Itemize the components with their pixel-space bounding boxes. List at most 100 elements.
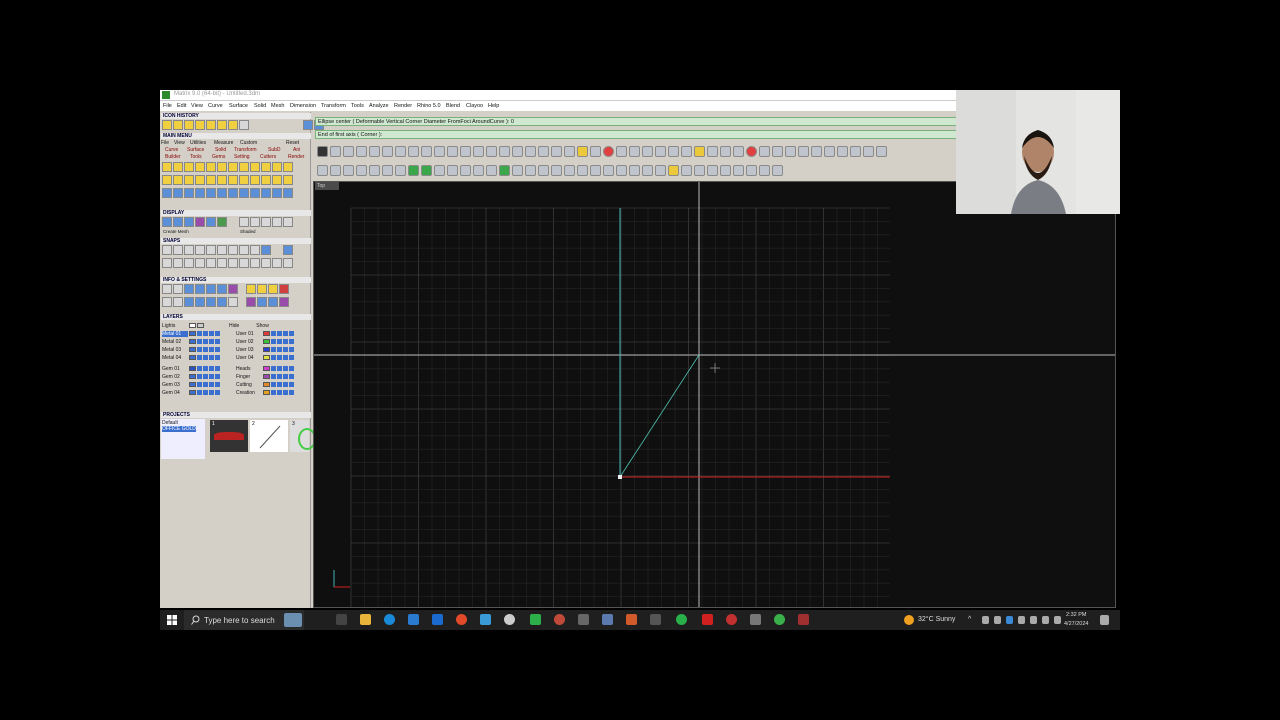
- info-tool-icon[interactable]: [217, 297, 227, 307]
- info-tool-icon[interactable]: [162, 297, 172, 307]
- toolbar-button-icon[interactable]: [460, 164, 471, 176]
- display-sub-create-mesh[interactable]: Create Mesh: [163, 229, 189, 234]
- display-mode-icon[interactable]: [261, 217, 271, 227]
- info-tool-icon[interactable]: [228, 284, 238, 294]
- toolbar-button-icon[interactable]: [772, 164, 783, 176]
- toolbar-button-icon[interactable]: [486, 145, 497, 157]
- toolbar-button-icon[interactable]: [577, 164, 588, 176]
- app-icon[interactable]: [504, 614, 515, 625]
- layer-toggle-icon[interactable]: [277, 366, 282, 371]
- display-sub-shaded[interactable]: Shaded: [240, 229, 256, 234]
- toolbar-button-icon[interactable]: [642, 145, 653, 157]
- toolbar-button-icon[interactable]: [603, 164, 614, 176]
- snap-icon[interactable]: [206, 258, 216, 268]
- menu-analyze[interactable]: Analyze: [369, 103, 389, 109]
- toolbar-button-icon[interactable]: [343, 164, 354, 176]
- toolbar-button-icon[interactable]: [382, 145, 393, 157]
- history-tool-icon[interactable]: [228, 120, 238, 130]
- toolbar-button-icon[interactable]: [837, 145, 848, 157]
- layer-toggle-icon[interactable]: [197, 390, 202, 395]
- top-viewport[interactable]: [313, 181, 1116, 608]
- app-icon[interactable]: [750, 614, 761, 625]
- info-tool-icon[interactable]: [206, 284, 216, 294]
- toolbar-button-icon[interactable]: [551, 164, 562, 176]
- snap-icon[interactable]: [162, 245, 172, 255]
- app-icon[interactable]: [702, 614, 713, 625]
- layer-toggle-icon[interactable]: [277, 331, 282, 336]
- layer-toggle-icon[interactable]: [271, 347, 276, 352]
- layer-toggle-icon[interactable]: [197, 347, 202, 352]
- layer-toggle-icon[interactable]: [271, 331, 276, 336]
- cat-curve[interactable]: Curve: [165, 147, 178, 153]
- snap-icon[interactable]: [184, 245, 194, 255]
- menu-solid[interactable]: Solid: [254, 103, 266, 109]
- curve-tool-icon[interactable]: [239, 175, 249, 185]
- layer-toggle-icon[interactable]: [277, 390, 282, 395]
- menu-mesh[interactable]: Mesh: [271, 103, 284, 109]
- transform-tool-icon[interactable]: [283, 188, 293, 198]
- layer-toggle-icon[interactable]: [271, 390, 276, 395]
- layer-color-swatch[interactable]: [189, 390, 196, 395]
- snap-icon[interactable]: [195, 245, 205, 255]
- toolbar-button-icon[interactable]: [811, 145, 822, 157]
- curve-edit-icon[interactable]: [261, 162, 271, 172]
- toolbar-button-icon[interactable]: [577, 145, 588, 157]
- menu-clayoo[interactable]: Clayoo: [466, 103, 483, 109]
- toolbar-button-icon[interactable]: [759, 145, 770, 157]
- layer-toggle-icon[interactable]: [271, 339, 276, 344]
- clock-time[interactable]: 2:32 PM: [1066, 612, 1086, 618]
- toolbar-button-icon[interactable]: [655, 145, 666, 157]
- history-tool-icon[interactable]: [217, 120, 227, 130]
- cat-surface[interactable]: Surface: [187, 147, 204, 153]
- transform-tool-icon[interactable]: [173, 188, 183, 198]
- toolbar-button-icon[interactable]: [603, 145, 614, 157]
- matrix-taskbar-icon[interactable]: [530, 614, 541, 625]
- snap-icon[interactable]: [228, 258, 238, 268]
- layer-toggle-icon[interactable]: [197, 366, 202, 371]
- toolbar-button-icon[interactable]: [746, 164, 757, 176]
- layer-toggle-icon[interactable]: [215, 347, 220, 352]
- info-tool-icon[interactable]: [246, 284, 256, 294]
- transform-tool-icon[interactable]: [250, 188, 260, 198]
- app-icon[interactable]: [626, 614, 637, 625]
- menu-dimension[interactable]: Dimension: [290, 103, 316, 109]
- layer-toggle-icon[interactable]: [289, 331, 294, 336]
- layer-toggle-icon[interactable]: [283, 390, 288, 395]
- toolbar-button-icon[interactable]: [746, 145, 757, 157]
- display-mode-icon[interactable]: [239, 217, 249, 227]
- windows-start-icon[interactable]: [167, 615, 177, 625]
- layer-row[interactable]: User 01: [236, 330, 294, 337]
- chevron-up-icon[interactable]: ^: [968, 616, 971, 623]
- toolbar-button-icon[interactable]: [317, 145, 328, 157]
- toolbar-button-icon[interactable]: [720, 145, 731, 157]
- polygon-tool-icon[interactable]: [250, 162, 260, 172]
- layer-color-swatch[interactable]: [263, 382, 270, 387]
- menu-blend[interactable]: Blend: [446, 103, 460, 109]
- layer-toggle-icon[interactable]: [203, 355, 208, 360]
- layer-row[interactable]: User 03: [236, 346, 294, 353]
- layer-swatch[interactable]: [189, 323, 196, 328]
- polyline-tool-icon[interactable]: [173, 162, 183, 172]
- layer-toggle-icon[interactable]: [289, 347, 294, 352]
- layer-row[interactable]: Finger: [236, 373, 294, 380]
- info-tool-icon[interactable]: [268, 297, 278, 307]
- curve-tool-icon[interactable]: [228, 175, 238, 185]
- network-icon[interactable]: [1030, 616, 1037, 624]
- toolbar-button-icon[interactable]: [369, 164, 380, 176]
- history-tool-icon[interactable]: [162, 120, 172, 130]
- toolbar-button-icon[interactable]: [538, 145, 549, 157]
- layer-toggle-icon[interactable]: [283, 355, 288, 360]
- tray-icon[interactable]: [1018, 616, 1025, 624]
- transform-tool-icon[interactable]: [162, 188, 172, 198]
- curve-tool-icon[interactable]: [162, 175, 172, 185]
- tray-icon[interactable]: [1006, 616, 1013, 624]
- layer-toggle-icon[interactable]: [277, 374, 282, 379]
- display-mode-icon[interactable]: [272, 217, 282, 227]
- toolbar-button-icon[interactable]: [330, 164, 341, 176]
- clock-date[interactable]: 4/27/2024: [1064, 621, 1088, 627]
- toolbar-button-icon[interactable]: [395, 164, 406, 176]
- viewport-label-tab[interactable]: Top: [315, 182, 339, 190]
- chrome-icon[interactable]: [456, 614, 467, 625]
- edge-icon[interactable]: [384, 614, 395, 625]
- menu-surface[interactable]: Surface: [229, 103, 248, 109]
